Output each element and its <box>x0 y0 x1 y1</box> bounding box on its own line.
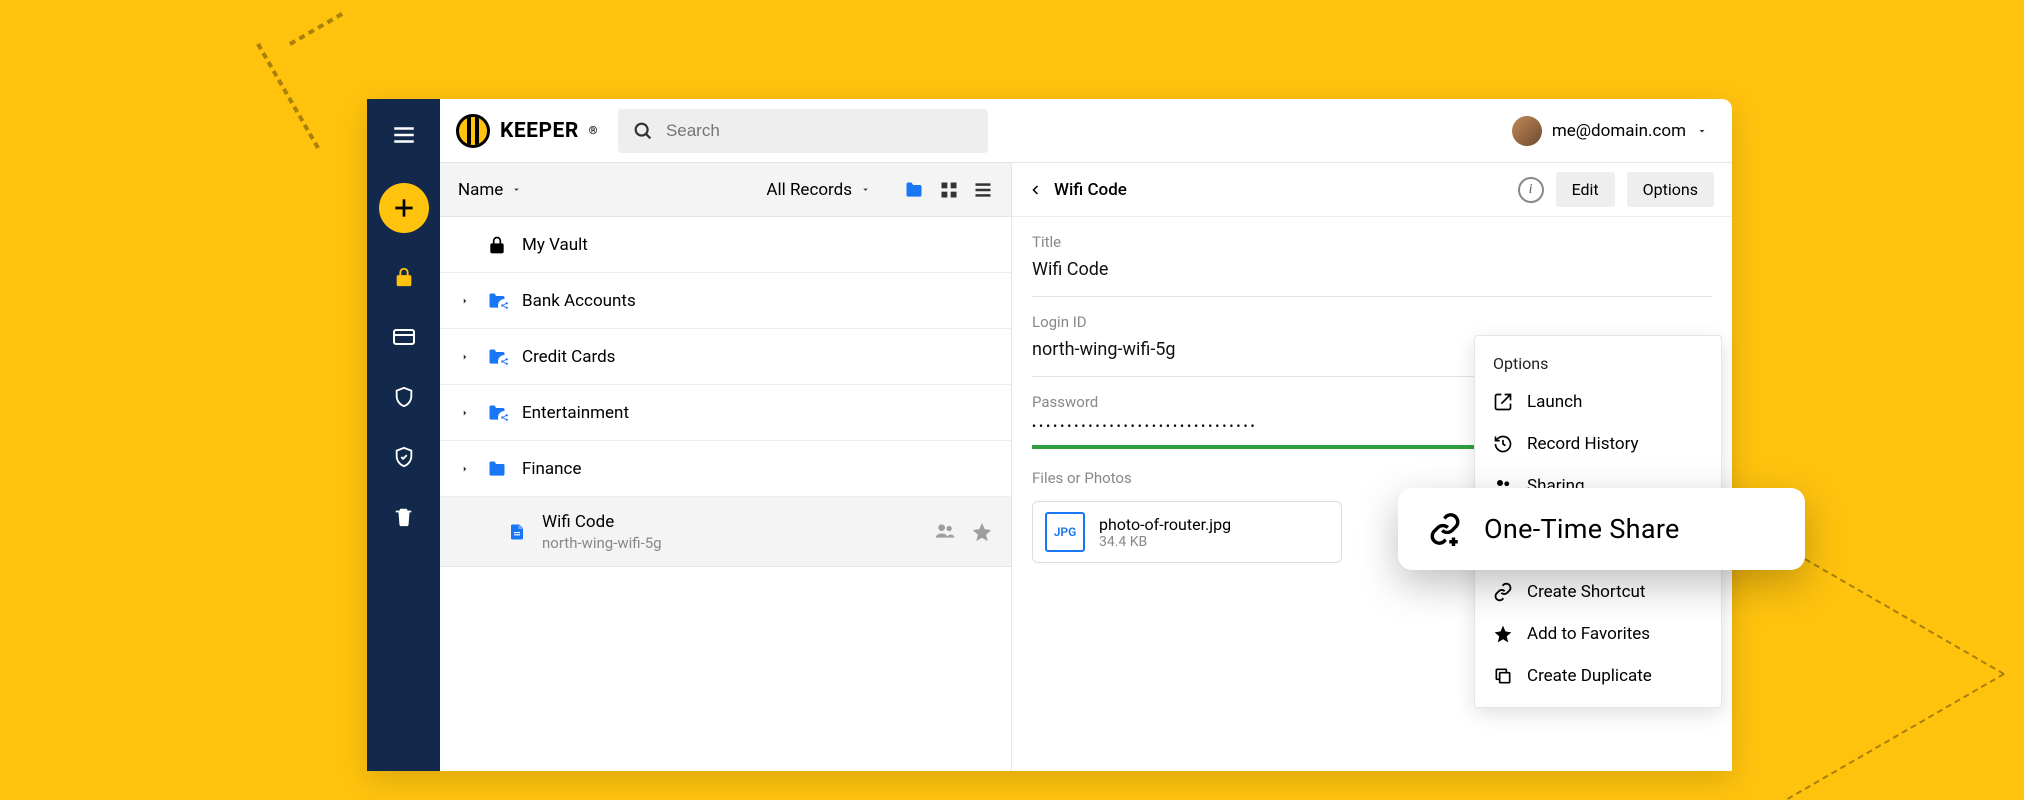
vault-root-row[interactable]: My Vault <box>440 217 1011 273</box>
lock-icon <box>486 235 508 255</box>
info-button[interactable]: i <box>1518 177 1544 203</box>
brand-logo: KEEPER® <box>456 114 598 148</box>
shared-folder-icon <box>486 291 508 311</box>
search-box[interactable] <box>618 109 988 153</box>
favorite-star-icon[interactable] <box>971 521 993 543</box>
folder-row[interactable]: Credit Cards <box>440 329 1011 385</box>
account-menu[interactable]: me@domain.com <box>1512 116 1708 146</box>
folder-label: Bank Accounts <box>522 291 636 311</box>
records-list-panel: Name All Records <box>440 163 1012 771</box>
account-email: me@domain.com <box>1552 121 1686 141</box>
filter-records[interactable]: All Records <box>766 180 871 200</box>
view-grid-icon[interactable] <box>939 180 959 200</box>
folder-row[interactable]: Bank Accounts <box>440 273 1011 329</box>
shared-folder-icon <box>486 403 508 423</box>
options-button[interactable]: Options <box>1627 172 1714 207</box>
search-input[interactable] <box>666 121 974 141</box>
avatar <box>1512 116 1542 146</box>
edit-button[interactable]: Edit <box>1556 172 1615 207</box>
chevron-right-icon <box>458 406 472 420</box>
chevron-right-icon <box>458 350 472 364</box>
back-button[interactable] <box>1030 181 1042 199</box>
search-icon <box>632 120 654 142</box>
one-time-share-label: One-Time Share <box>1484 513 1680 545</box>
list-toolbar: Name All Records <box>440 163 1011 217</box>
document-icon <box>506 521 528 543</box>
options-item-favorite[interactable]: Add to Favorites <box>1475 613 1721 655</box>
add-button[interactable] <box>379 183 429 233</box>
shield-icon[interactable] <box>388 381 420 413</box>
options-item-launch[interactable]: Launch <box>1475 381 1721 423</box>
folder-icon <box>486 459 508 479</box>
sort-by-name[interactable]: Name <box>458 180 522 200</box>
chevron-right-icon <box>458 462 472 476</box>
file-name: photo-of-router.jpg <box>1099 515 1231 534</box>
file-attachment[interactable]: JPG photo-of-router.jpg 34.4 KB <box>1032 501 1342 563</box>
folder-label: Finance <box>522 459 581 479</box>
chevron-down-icon <box>511 184 522 195</box>
detail-header: Wifi Code i Edit Options <box>1012 163 1732 217</box>
copy-icon <box>1493 666 1513 686</box>
chevron-down-icon <box>860 184 871 195</box>
options-dropdown-title: Options <box>1475 346 1721 381</box>
history-icon <box>1493 434 1513 454</box>
folder-row[interactable]: Entertainment <box>440 385 1011 441</box>
view-folder-icon[interactable] <box>903 180 925 200</box>
one-time-share-icon <box>1428 512 1462 546</box>
trash-icon[interactable] <box>388 501 420 533</box>
brand-text: KEEPER <box>500 119 579 143</box>
vault-icon[interactable] <box>388 261 420 293</box>
record-detail-panel: Wifi Code i Edit Options Title Wifi Code… <box>1012 163 1732 771</box>
record-title: Wifi Code <box>542 512 662 532</box>
vault-root-label: My Vault <box>522 235 588 255</box>
folder-row[interactable]: Finance <box>440 441 1011 497</box>
folder-label: Credit Cards <box>522 347 615 367</box>
field-value-title: Wifi Code <box>1032 259 1712 297</box>
brand-mark-icon <box>456 114 490 148</box>
link-icon <box>1493 582 1513 602</box>
folder-label: Entertainment <box>522 403 629 423</box>
file-size: 34.4 KB <box>1099 534 1231 550</box>
cards-icon[interactable] <box>388 321 420 353</box>
field-label-title: Title <box>1032 233 1712 251</box>
record-subtitle: north-wing-wifi-5g <box>542 534 662 552</box>
chevron-down-icon <box>1696 125 1708 137</box>
detail-title: Wifi Code <box>1054 180 1127 200</box>
app-window: KEEPER® me@domain.com Name <box>367 99 1732 771</box>
app-header: KEEPER® me@domain.com <box>440 99 1732 163</box>
field-label-login: Login ID <box>1032 313 1712 331</box>
options-item-history[interactable]: Record History <box>1475 423 1721 465</box>
star-icon <box>1493 624 1513 644</box>
record-row-selected[interactable]: Wifi Code north-wing-wifi-5g <box>440 497 1011 567</box>
menu-icon[interactable] <box>388 119 420 151</box>
one-time-share-callout[interactable]: One-Time Share <box>1398 488 1805 570</box>
options-item-shortcut[interactable]: Create Shortcut <box>1475 571 1721 613</box>
chevron-right-icon <box>458 294 472 308</box>
launch-icon <box>1493 392 1513 412</box>
view-list-icon[interactable] <box>973 180 993 200</box>
shared-indicator-icon <box>933 521 957 543</box>
options-item-duplicate[interactable]: Create Duplicate <box>1475 655 1721 697</box>
shield-check-icon[interactable] <box>388 441 420 473</box>
file-type-badge: JPG <box>1045 512 1085 552</box>
shared-folder-icon <box>486 347 508 367</box>
nav-sidebar <box>367 99 440 771</box>
